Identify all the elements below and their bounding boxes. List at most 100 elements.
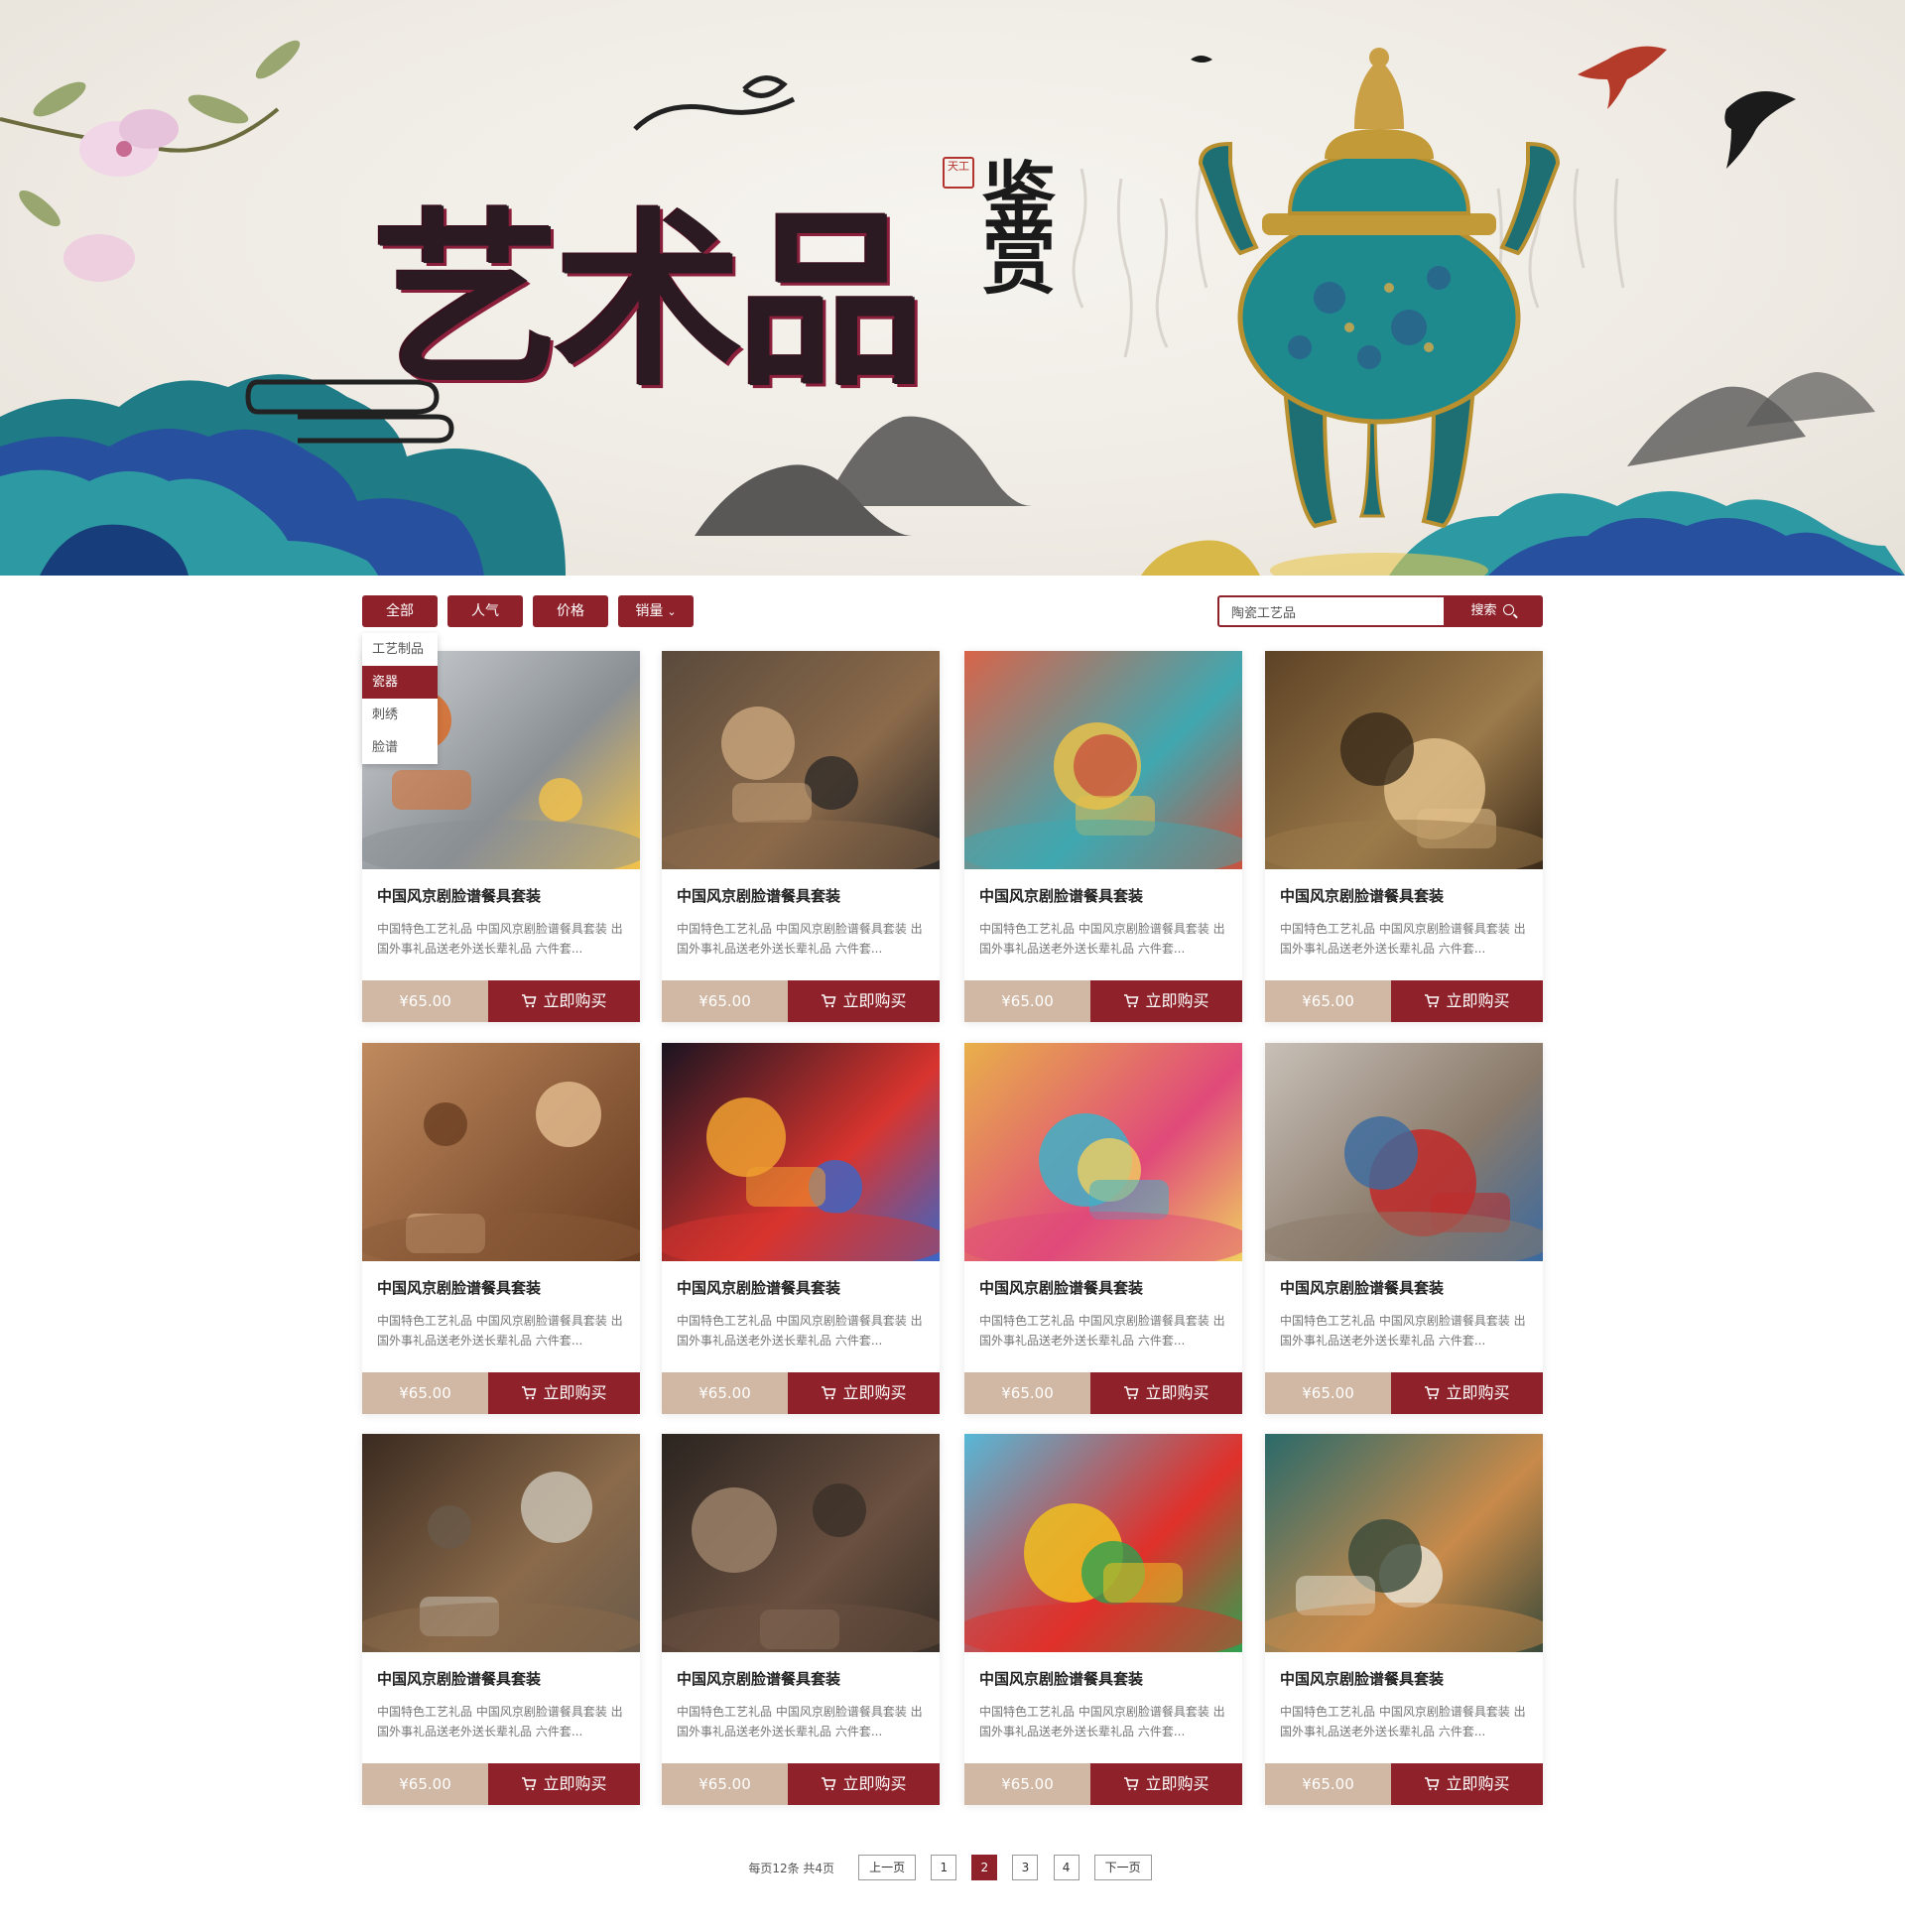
filter-toolbar: 全部 人气 价格 销量⌄ 搜索: [362, 595, 1543, 629]
product-card[interactable]: 中国风京剧脸谱餐具套装 中国特色工艺礼品 中国风京剧脸谱餐具套装 出国外事礼品送老…: [362, 1434, 640, 1805]
product-image[interactable]: [362, 1043, 640, 1261]
buy-now-button[interactable]: 立即购买: [788, 1763, 940, 1805]
product-card[interactable]: 中国风京剧脸谱餐具套装中国特色工艺礼品 中国风京剧脸谱餐具套装 出国外事礼品送老…: [662, 1434, 940, 1805]
category-dropdown: 工艺制品 瓷器 刺绣 脸谱: [362, 633, 438, 764]
product-description: 中国特色工艺礼品 中国风京剧脸谱餐具套装 出国外事礼品送老外送长辈礼品 六件套.…: [1280, 1705, 1526, 1739]
product-image[interactable]: [362, 1434, 640, 1652]
product-title[interactable]: 中国风京剧脸谱餐具套装: [979, 885, 1143, 906]
product-card[interactable]: 中国风京剧脸谱餐具套装中国特色工艺礼品 中国风京剧脸谱餐具套装 出国外事礼品送老…: [1265, 1043, 1543, 1414]
product-image[interactable]: [1265, 1434, 1543, 1652]
product-image-art: [1265, 1116, 1543, 1261]
product-title[interactable]: 中国风京剧脸谱餐具套装: [979, 1668, 1143, 1689]
buy-now-button[interactable]: 立即购买: [1391, 1763, 1543, 1805]
product-image[interactable]: [964, 651, 1242, 869]
cart-icon: [822, 994, 836, 1008]
search-button[interactable]: 搜索: [1444, 597, 1541, 625]
product-title[interactable]: 中国风京剧脸谱餐具套装: [677, 1668, 840, 1689]
product-image[interactable]: [662, 1043, 940, 1261]
dropdown-item-masks[interactable]: 脸谱: [362, 731, 438, 764]
cart-icon: [1124, 994, 1139, 1008]
buy-now-button[interactable]: 立即购买: [1090, 980, 1242, 1022]
cart-icon: [822, 1777, 836, 1791]
product-title[interactable]: 中国风京剧脸谱餐具套装: [979, 1277, 1143, 1298]
buy-now-label: 立即购买: [1446, 1383, 1510, 1402]
product-card[interactable]: 中国风京剧脸谱餐具套装 中国特色工艺礼品 中国风京剧脸谱餐具套装 出国外事礼品送老…: [1265, 651, 1543, 1022]
product-title[interactable]: 中国风京剧脸谱餐具套装: [377, 1277, 541, 1298]
buy-now-button[interactable]: 立即购买: [488, 1763, 640, 1805]
product-price: ¥65.00: [964, 1372, 1090, 1414]
buy-now-button[interactable]: 立即购买: [1391, 980, 1543, 1022]
buy-now-button[interactable]: 立即购买: [488, 980, 640, 1022]
product-image-art: [662, 707, 940, 869]
page-button-3[interactable]: 3: [1012, 1855, 1039, 1880]
search-button-label: 搜索: [1470, 603, 1497, 618]
product-price: ¥65.00: [662, 1763, 788, 1805]
product-image-art: [362, 1082, 640, 1261]
cart-icon: [1425, 1386, 1440, 1400]
product-card[interactable]: 中国风京剧脸谱餐具套装中国特色工艺礼品 中国风京剧脸谱餐具套装 出国外事礼品送老…: [964, 651, 1242, 1022]
filter-sales-button[interactable]: 销量 ⌄: [618, 595, 694, 627]
dropdown-item-crafts[interactable]: 工艺制品: [362, 633, 438, 666]
product-description: 中国特色工艺礼品 中国风京剧脸谱餐具套装 出国外事礼品送老外送长辈礼品 六件套.…: [377, 922, 623, 956]
buy-now-button[interactable]: 立即购买: [1090, 1763, 1242, 1805]
product-title[interactable]: 中国风京剧脸谱餐具套装: [377, 1668, 541, 1689]
buy-now-button[interactable]: 立即购买: [488, 1372, 640, 1414]
product-price: ¥65.00: [1265, 1763, 1391, 1805]
product-card[interactable]: 中国风京剧脸谱餐具套装 中国特色工艺礼品 中国风京剧脸谱餐具套装 出国外事礼品送老…: [964, 1434, 1242, 1805]
product-image[interactable]: [662, 1434, 940, 1652]
buy-now-button[interactable]: 立即购买: [1090, 1372, 1242, 1414]
product-image[interactable]: [964, 1434, 1242, 1652]
product-description: 中国特色工艺礼品 中国风京剧脸谱餐具套装 出国外事礼品送老外送长辈礼品 六件套.…: [1280, 1314, 1526, 1348]
dropdown-item-embroidery[interactable]: 刺绣: [362, 699, 438, 731]
filter-popular-button[interactable]: 人气: [447, 595, 523, 627]
buy-now-label: 立即购买: [543, 991, 607, 1010]
product-image[interactable]: [1265, 1043, 1543, 1261]
product-price: ¥65.00: [362, 1763, 488, 1805]
product-description: 中国特色工艺礼品 中国风京剧脸谱餐具套装 出国外事礼品送老外送长辈礼品 六件套.…: [677, 1705, 923, 1739]
search-input[interactable]: [1219, 597, 1444, 625]
product-image-art: [1265, 1519, 1543, 1652]
product-image[interactable]: [662, 651, 940, 869]
prev-page-button[interactable]: 上一页: [858, 1855, 917, 1880]
buy-now-button[interactable]: 立即购买: [1391, 1372, 1543, 1414]
dropdown-item-porcelain[interactable]: 瓷器: [362, 666, 438, 699]
product-card[interactable]: 中国风京剧脸谱餐具套装中国特色工艺礼品 中国风京剧脸谱餐具套装 出国外事礼品送老…: [1265, 1434, 1543, 1805]
red-seal-stamp: 天工: [943, 157, 974, 189]
product-title[interactable]: 中国风京剧脸谱餐具套装: [1280, 1668, 1444, 1689]
product-title[interactable]: 中国风京剧脸谱餐具套装: [677, 885, 840, 906]
next-page-button[interactable]: 下一页: [1093, 1855, 1152, 1880]
cart-icon: [822, 1386, 836, 1400]
product-image-art: [662, 1483, 940, 1652]
search-box: 搜索: [1217, 595, 1543, 627]
page-button-4[interactable]: 4: [1053, 1855, 1080, 1880]
product-description: 中国特色工艺礼品 中国风京剧脸谱餐具套装 出国外事礼品送老外送长辈礼品 六件套.…: [979, 1314, 1225, 1348]
product-title[interactable]: 中国风京剧脸谱餐具套装: [377, 885, 541, 906]
product-image-art: [662, 1097, 940, 1261]
product-card[interactable]: 中国风京剧脸谱餐具套装中国特色工艺礼品 中国风京剧脸谱餐具套装 出国外事礼品送老…: [362, 1043, 640, 1414]
product-price: ¥65.00: [964, 980, 1090, 1022]
buy-now-label: 立即购买: [842, 991, 907, 1010]
product-description: 中国特色工艺礼品 中国风京剧脸谱餐具套装 出国外事礼品送老外送长辈礼品 六件套.…: [377, 1314, 623, 1348]
product-image[interactable]: [1265, 651, 1543, 869]
product-title[interactable]: 中国风京剧脸谱餐具套装: [677, 1277, 840, 1298]
cart-icon: [522, 1386, 537, 1400]
product-image-art: [964, 1503, 1242, 1652]
buy-now-button[interactable]: 立即购买: [788, 1372, 940, 1414]
buy-now-button[interactable]: 立即购买: [788, 980, 940, 1022]
page-button-1[interactable]: 1: [931, 1855, 957, 1880]
filter-all-button[interactable]: 全部: [362, 595, 438, 627]
buy-now-label: 立即购买: [842, 1774, 907, 1793]
product-description: 中国特色工艺礼品 中国风京剧脸谱餐具套装 出国外事礼品送老外送长辈礼品 六件套.…: [677, 922, 923, 956]
product-card[interactable]: 中国风京剧脸谱餐具套装中国特色工艺礼品 中国风京剧脸谱餐具套装 出国外事礼品送老…: [662, 1043, 940, 1414]
product-title[interactable]: 中国风京剧脸谱餐具套装: [1280, 885, 1444, 906]
filter-price-label: 价格: [557, 603, 584, 619]
product-description: 中国特色工艺礼品 中国风京剧脸谱餐具套装 出国外事礼品送老外送长辈礼品 六件套.…: [677, 1314, 923, 1348]
buy-now-label: 立即购买: [1446, 991, 1510, 1010]
product-card[interactable]: 中国风京剧脸谱餐具套装中国特色工艺礼品 中国风京剧脸谱餐具套装 出国外事礼品送老…: [662, 651, 940, 1022]
product-image[interactable]: [964, 1043, 1242, 1261]
product-card[interactable]: 中国风京剧脸谱餐具套装中国特色工艺礼品 中国风京剧脸谱餐具套装 出国外事礼品送老…: [964, 1043, 1242, 1414]
product-title[interactable]: 中国风京剧脸谱餐具套装: [1280, 1277, 1444, 1298]
product-description: 中国特色工艺礼品 中国风京剧脸谱餐具套装 出国外事礼品送老外送长辈礼品 六件套.…: [979, 922, 1225, 956]
filter-price-button[interactable]: 价格: [533, 595, 608, 627]
page-button-2[interactable]: 2: [971, 1855, 998, 1880]
